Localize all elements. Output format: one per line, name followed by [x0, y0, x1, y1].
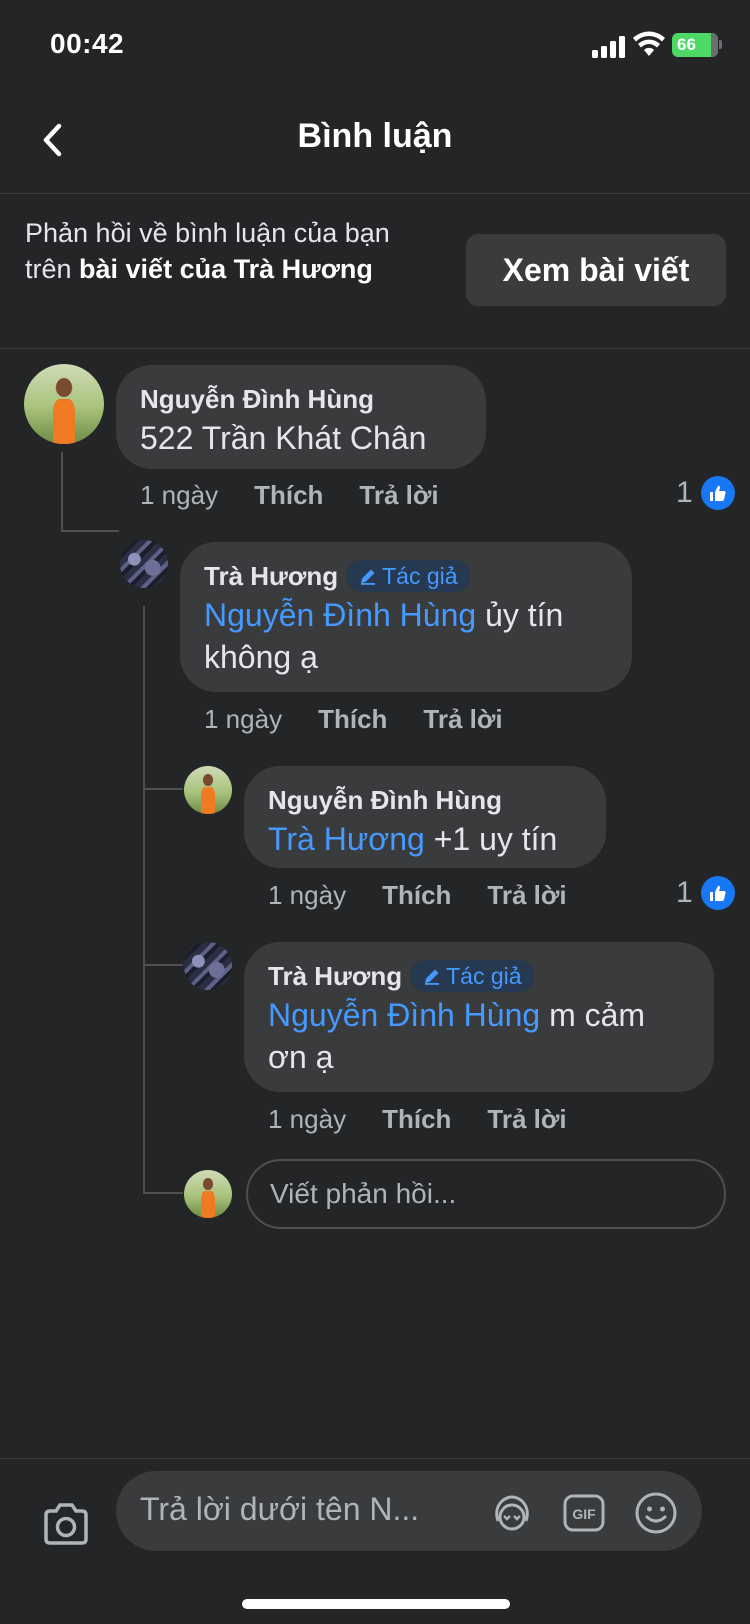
comment-time: 1 ngày	[204, 704, 283, 734]
comment-time: 1 ngày	[268, 880, 347, 910]
like-action[interactable]: Thích	[254, 480, 323, 511]
composer-placeholder: Trả lời dưới tên N...	[140, 1491, 420, 1527]
reaction-number: 1	[676, 876, 693, 909]
reply-action[interactable]: Trả lời	[359, 480, 438, 511]
comment-body: +1 uy tín	[424, 821, 558, 857]
context-text-bold-post: bài viết của	[79, 254, 227, 284]
reaction-count[interactable]: 1	[676, 476, 735, 510]
reply-action[interactable]: Trả lời	[423, 704, 502, 735]
reaction-count[interactable]: 1	[676, 876, 735, 910]
author-badge-label: Tác giả	[446, 962, 522, 989]
header: Bình luận	[0, 90, 750, 194]
thread-connector	[143, 1192, 183, 1194]
like-action[interactable]: Thích	[382, 880, 451, 911]
mention-link[interactable]: Nguyễn Đình Hùng	[204, 597, 476, 633]
avatar-sticker-icon[interactable]	[490, 1491, 534, 1535]
comment-bubble: Trà Hương Tác giả Nguyễn Đình Hùng m cảm…	[244, 942, 714, 1092]
reaction-number: 1	[676, 476, 693, 509]
svg-text:GIF: GIF	[572, 1506, 596, 1522]
emoji-icon[interactable]	[634, 1491, 678, 1535]
comment-text: 522 Trần Khát Chân	[140, 420, 427, 456]
comment-time: 1 ngày	[268, 1104, 347, 1134]
mention-link[interactable]: Trà Hương	[268, 821, 425, 857]
comment-author[interactable]: Nguyễn Đình Hùng	[268, 784, 582, 816]
like-action[interactable]: Thích	[318, 704, 387, 735]
thread-connector	[61, 530, 119, 532]
wifi-icon	[633, 31, 665, 56]
comment-bubble: Trà Hương Tác giả Nguyễn Đình Hùng ủy tí…	[180, 542, 632, 692]
thread-connector	[143, 964, 183, 966]
author-badge: Tác giả	[346, 560, 470, 592]
status-time: 00:42	[50, 28, 125, 59]
battery-indicator: 66	[672, 33, 718, 57]
comment-bubble: Nguyễn Đình Hùng 522 Trần Khát Chân	[116, 365, 486, 469]
composer-input[interactable]: Trả lời dưới tên N... GIF	[116, 1471, 702, 1551]
comment-meta: 1 ngày Thích Trả lời	[204, 704, 539, 735]
mention-link[interactable]: Nguyễn Đình Hùng	[268, 997, 540, 1033]
context-text-mid	[226, 254, 234, 284]
view-post-button[interactable]: Xem bài viết	[466, 234, 726, 306]
context-text: Phản hồi về bình luận của bạn trên bài v…	[25, 215, 415, 287]
home-indicator	[242, 1599, 510, 1609]
like-icon	[700, 876, 735, 910]
like-action[interactable]: Thích	[382, 1104, 451, 1135]
signal-icon	[592, 36, 628, 58]
comment-text: Trà Hương +1 uy tín	[268, 818, 582, 860]
avatar[interactable]	[184, 766, 232, 814]
avatar[interactable]	[24, 364, 104, 444]
reply-action[interactable]: Trả lời	[487, 1104, 566, 1135]
comment-meta: 1 ngày Thích Trả lời	[140, 480, 475, 511]
reply-action[interactable]: Trả lời	[487, 880, 566, 911]
comment-author-name[interactable]: Trà Hương	[204, 561, 338, 592]
author-badge-label: Tác giả	[382, 562, 458, 589]
comment-bubble: Nguyễn Đình Hùng Trà Hương +1 uy tín	[244, 766, 606, 868]
comment-author-name[interactable]: Nguyễn Đình Hùng	[268, 785, 502, 816]
thread-connector	[61, 452, 63, 532]
like-icon	[700, 476, 735, 510]
context-bar: Phản hồi về bình luận của bạn trên bài v…	[0, 195, 750, 349]
comment-text: Nguyễn Đình Hùng ủy tín không ạ	[204, 594, 608, 678]
reply-input[interactable]: Viết phản hồi...	[246, 1159, 726, 1229]
comment-author-name[interactable]: Trà Hương	[268, 961, 402, 992]
comment-meta: 1 ngày Thích Trả lời	[268, 1104, 603, 1135]
comment-text: Nguyễn Đình Hùng m cảm ơn ạ	[268, 994, 690, 1078]
comment-author[interactable]: Trà Hương Tác giả	[204, 560, 608, 592]
author-badge: Tác giả	[410, 960, 534, 992]
page-title: Bình luận	[297, 117, 453, 155]
gif-icon[interactable]: GIF	[562, 1491, 606, 1535]
avatar[interactable]	[120, 540, 168, 588]
avatar[interactable]	[184, 942, 232, 990]
battery-tip	[719, 40, 722, 49]
avatar	[184, 1170, 232, 1218]
camera-icon[interactable]	[40, 1499, 92, 1551]
thread-connector	[143, 606, 145, 1192]
comment-author[interactable]: Nguyễn Đình Hùng	[140, 383, 462, 415]
thread-connector	[143, 788, 183, 790]
comment-author-name[interactable]: Nguyễn Đình Hùng	[140, 384, 374, 415]
comment-author[interactable]: Trà Hương Tác giả	[268, 960, 690, 992]
context-text-bold-author: Trà Hương	[233, 254, 373, 284]
status-bar: 00:42 66	[0, 0, 750, 90]
comment-meta: 1 ngày Thích Trả lời	[268, 880, 603, 911]
pencil-icon	[361, 569, 376, 585]
comment-time: 1 ngày	[140, 480, 219, 510]
composer-bar: Trả lời dưới tên N... GIF	[0, 1458, 750, 1624]
pencil-icon	[425, 969, 440, 985]
